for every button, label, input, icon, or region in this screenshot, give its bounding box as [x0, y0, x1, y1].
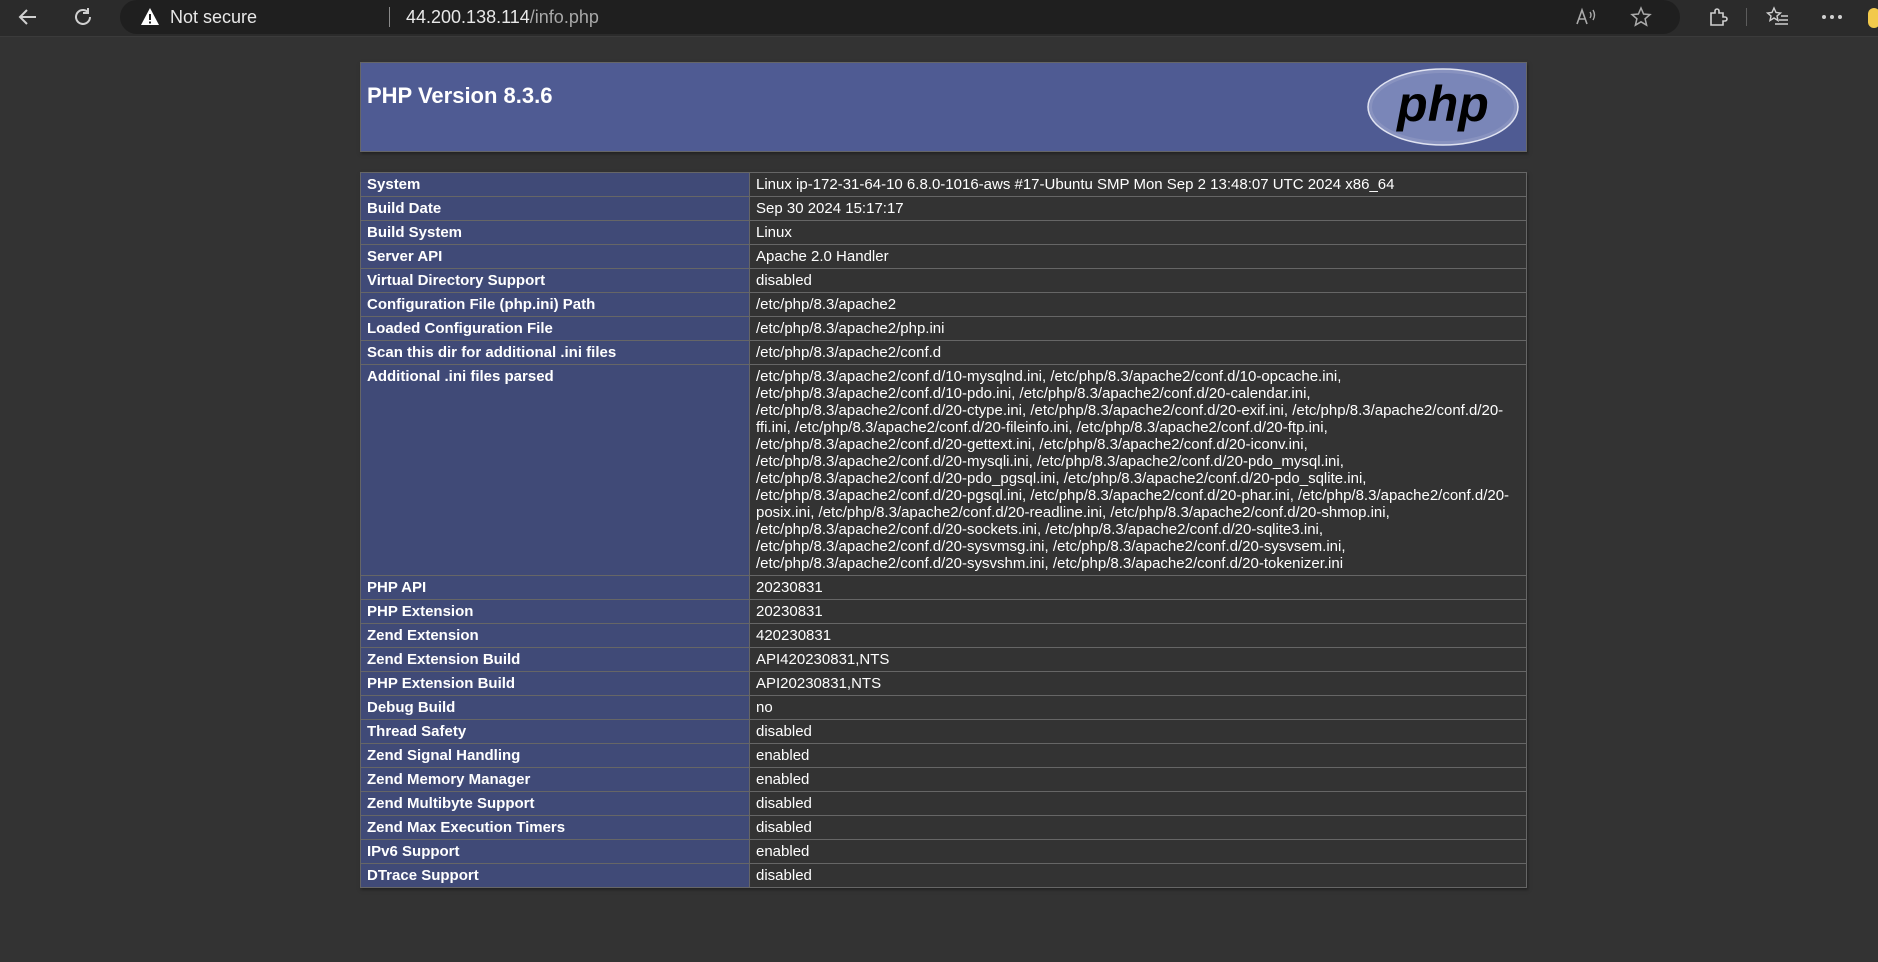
- row-value: disabled: [749, 268, 1527, 293]
- url-text[interactable]: 44.200.138.114/info.php: [406, 7, 599, 28]
- table-row: System Linux ip-172-31-64-10 6.8.0-1016-a…: [360, 172, 1527, 197]
- table-row: Scan this dir for additional .ini files /…: [360, 340, 1527, 365]
- reload-icon: [75, 8, 91, 25]
- page-title: PHP Version 8.3.6: [367, 83, 553, 108]
- table-row: Virtual Directory Support disabled: [360, 268, 1527, 293]
- phpinfo-content: PHP Version 8.3.6 php System Linux ip-172…: [360, 62, 1527, 888]
- row-label: Zend Max Execution Timers: [360, 815, 750, 840]
- table-row: Zend Extension Build API420230831,NTS: [360, 647, 1527, 672]
- table-row: Zend Signal Handling enabled: [360, 743, 1527, 768]
- address-bar[interactable]: Not secure 44.200.138.114/info.php: [120, 0, 1680, 34]
- row-label: Configuration File (php.ini) Path: [360, 292, 750, 317]
- row-value: enabled: [749, 743, 1527, 768]
- row-value: Linux ip-172-31-64-10 6.8.0-1016-aws #17…: [749, 172, 1527, 197]
- profile-avatar[interactable]: [1868, 8, 1878, 28]
- row-label: Zend Memory Manager: [360, 767, 750, 792]
- row-label: IPv6 Support: [360, 839, 750, 864]
- row-value: /etc/php/8.3/apache2/conf.d: [749, 340, 1527, 365]
- table-row: Debug Build no: [360, 695, 1527, 720]
- url-path: /info.php: [529, 7, 599, 27]
- row-value: Apache 2.0 Handler: [749, 244, 1527, 269]
- row-value: disabled: [749, 815, 1527, 840]
- read-aloud-icon[interactable]: [1574, 5, 1598, 29]
- row-label: Zend Extension Build: [360, 647, 750, 672]
- row-label: Debug Build: [360, 695, 750, 720]
- row-value: /etc/php/8.3/apache2/conf.d/10-mysqlnd.i…: [749, 364, 1527, 576]
- row-label: Zend Extension: [360, 623, 750, 648]
- url-host: 44.200.138.114: [406, 7, 530, 27]
- row-label: Loaded Configuration File: [360, 316, 750, 341]
- php-logo[interactable]: php: [1366, 67, 1520, 147]
- table-row: PHP Extension 20230831: [360, 599, 1527, 624]
- table-row: IPv6 Support enabled: [360, 839, 1527, 864]
- table-row: Server API Apache 2.0 Handler: [360, 244, 1527, 269]
- back-button[interactable]: [8, 0, 48, 34]
- table-row: PHP API 20230831: [360, 575, 1527, 600]
- toolbar-divider: [1746, 8, 1747, 26]
- back-arrow-icon: [18, 9, 36, 25]
- row-value: 20230831: [749, 575, 1527, 600]
- row-value: /etc/php/8.3/apache2/php.ini: [749, 316, 1527, 341]
- row-label: PHP Extension: [360, 599, 750, 624]
- row-label: Build System: [360, 220, 750, 245]
- row-label: Thread Safety: [360, 719, 750, 744]
- row-label: DTrace Support: [360, 863, 750, 888]
- table-row: Zend Multibyte Support disabled: [360, 791, 1527, 816]
- ellipsis-icon: [1822, 15, 1842, 19]
- favorites-list-icon: [1766, 6, 1788, 25]
- favorite-star-icon[interactable]: [1629, 5, 1653, 29]
- svg-text:php: php: [1395, 76, 1489, 132]
- more-options-button[interactable]: [1812, 0, 1852, 34]
- table-row: Additional .ini files parsed/etc/php/8.3…: [360, 364, 1527, 576]
- puzzle-icon: [1710, 8, 1728, 26]
- table-row: Zend Max Execution Timers disabled: [360, 815, 1527, 840]
- row-value: no: [749, 695, 1527, 720]
- row-label: PHP Extension Build: [360, 671, 750, 696]
- table-row: Zend Extension 420230831: [360, 623, 1527, 648]
- row-value: API20230831,NTS: [749, 671, 1527, 696]
- row-label: Virtual Directory Support: [360, 268, 750, 293]
- row-value: Linux: [749, 220, 1527, 245]
- table-row: Loaded Configuration File/etc/php/8.3/ap…: [360, 316, 1527, 341]
- row-value: /etc/php/8.3/apache2: [749, 292, 1527, 317]
- row-value: disabled: [749, 863, 1527, 888]
- row-value: disabled: [749, 719, 1527, 744]
- table-row: Configuration File (php.ini) Path/etc/ph…: [360, 292, 1527, 317]
- table-row: Zend Memory Manager enabled: [360, 767, 1527, 792]
- extensions-button[interactable]: [1698, 0, 1738, 34]
- table-row: Build System Linux: [360, 220, 1527, 245]
- version-header: PHP Version 8.3.6 php: [360, 62, 1527, 152]
- row-value: disabled: [749, 791, 1527, 816]
- row-value: 420230831: [749, 623, 1527, 648]
- row-label: PHP API: [360, 575, 750, 600]
- table-row: Build Date Sep 30 2024 15:17:17: [360, 196, 1527, 221]
- table-row: Thread Safety disabled: [360, 719, 1527, 744]
- browser-toolbar: Not secure 44.200.138.114/info.php: [0, 0, 1878, 37]
- warning-icon[interactable]: [140, 7, 160, 27]
- row-value: API420230831,NTS: [749, 647, 1527, 672]
- not-secure-label[interactable]: Not secure: [170, 7, 257, 28]
- row-label: Server API: [360, 244, 750, 269]
- row-label: Additional .ini files parsed: [360, 364, 750, 576]
- table-row: PHP Extension Build API20230831,NTS: [360, 671, 1527, 696]
- info-table: System Linux ip-172-31-64-10 6.8.0-1016-a…: [360, 172, 1527, 888]
- row-value: enabled: [749, 839, 1527, 864]
- row-value: Sep 30 2024 15:17:17: [749, 196, 1527, 221]
- row-value: 20230831: [749, 599, 1527, 624]
- row-label: Zend Multibyte Support: [360, 791, 750, 816]
- address-separator: [389, 7, 390, 27]
- reload-button[interactable]: [63, 0, 103, 34]
- table-row: DTrace Support disabled: [360, 863, 1527, 888]
- row-label: Zend Signal Handling: [360, 743, 750, 768]
- row-label: System: [360, 172, 750, 197]
- row-label: Scan this dir for additional .ini files: [360, 340, 750, 365]
- row-label: Build Date: [360, 196, 750, 221]
- row-value: enabled: [749, 767, 1527, 792]
- favorites-button[interactable]: [1758, 0, 1798, 34]
